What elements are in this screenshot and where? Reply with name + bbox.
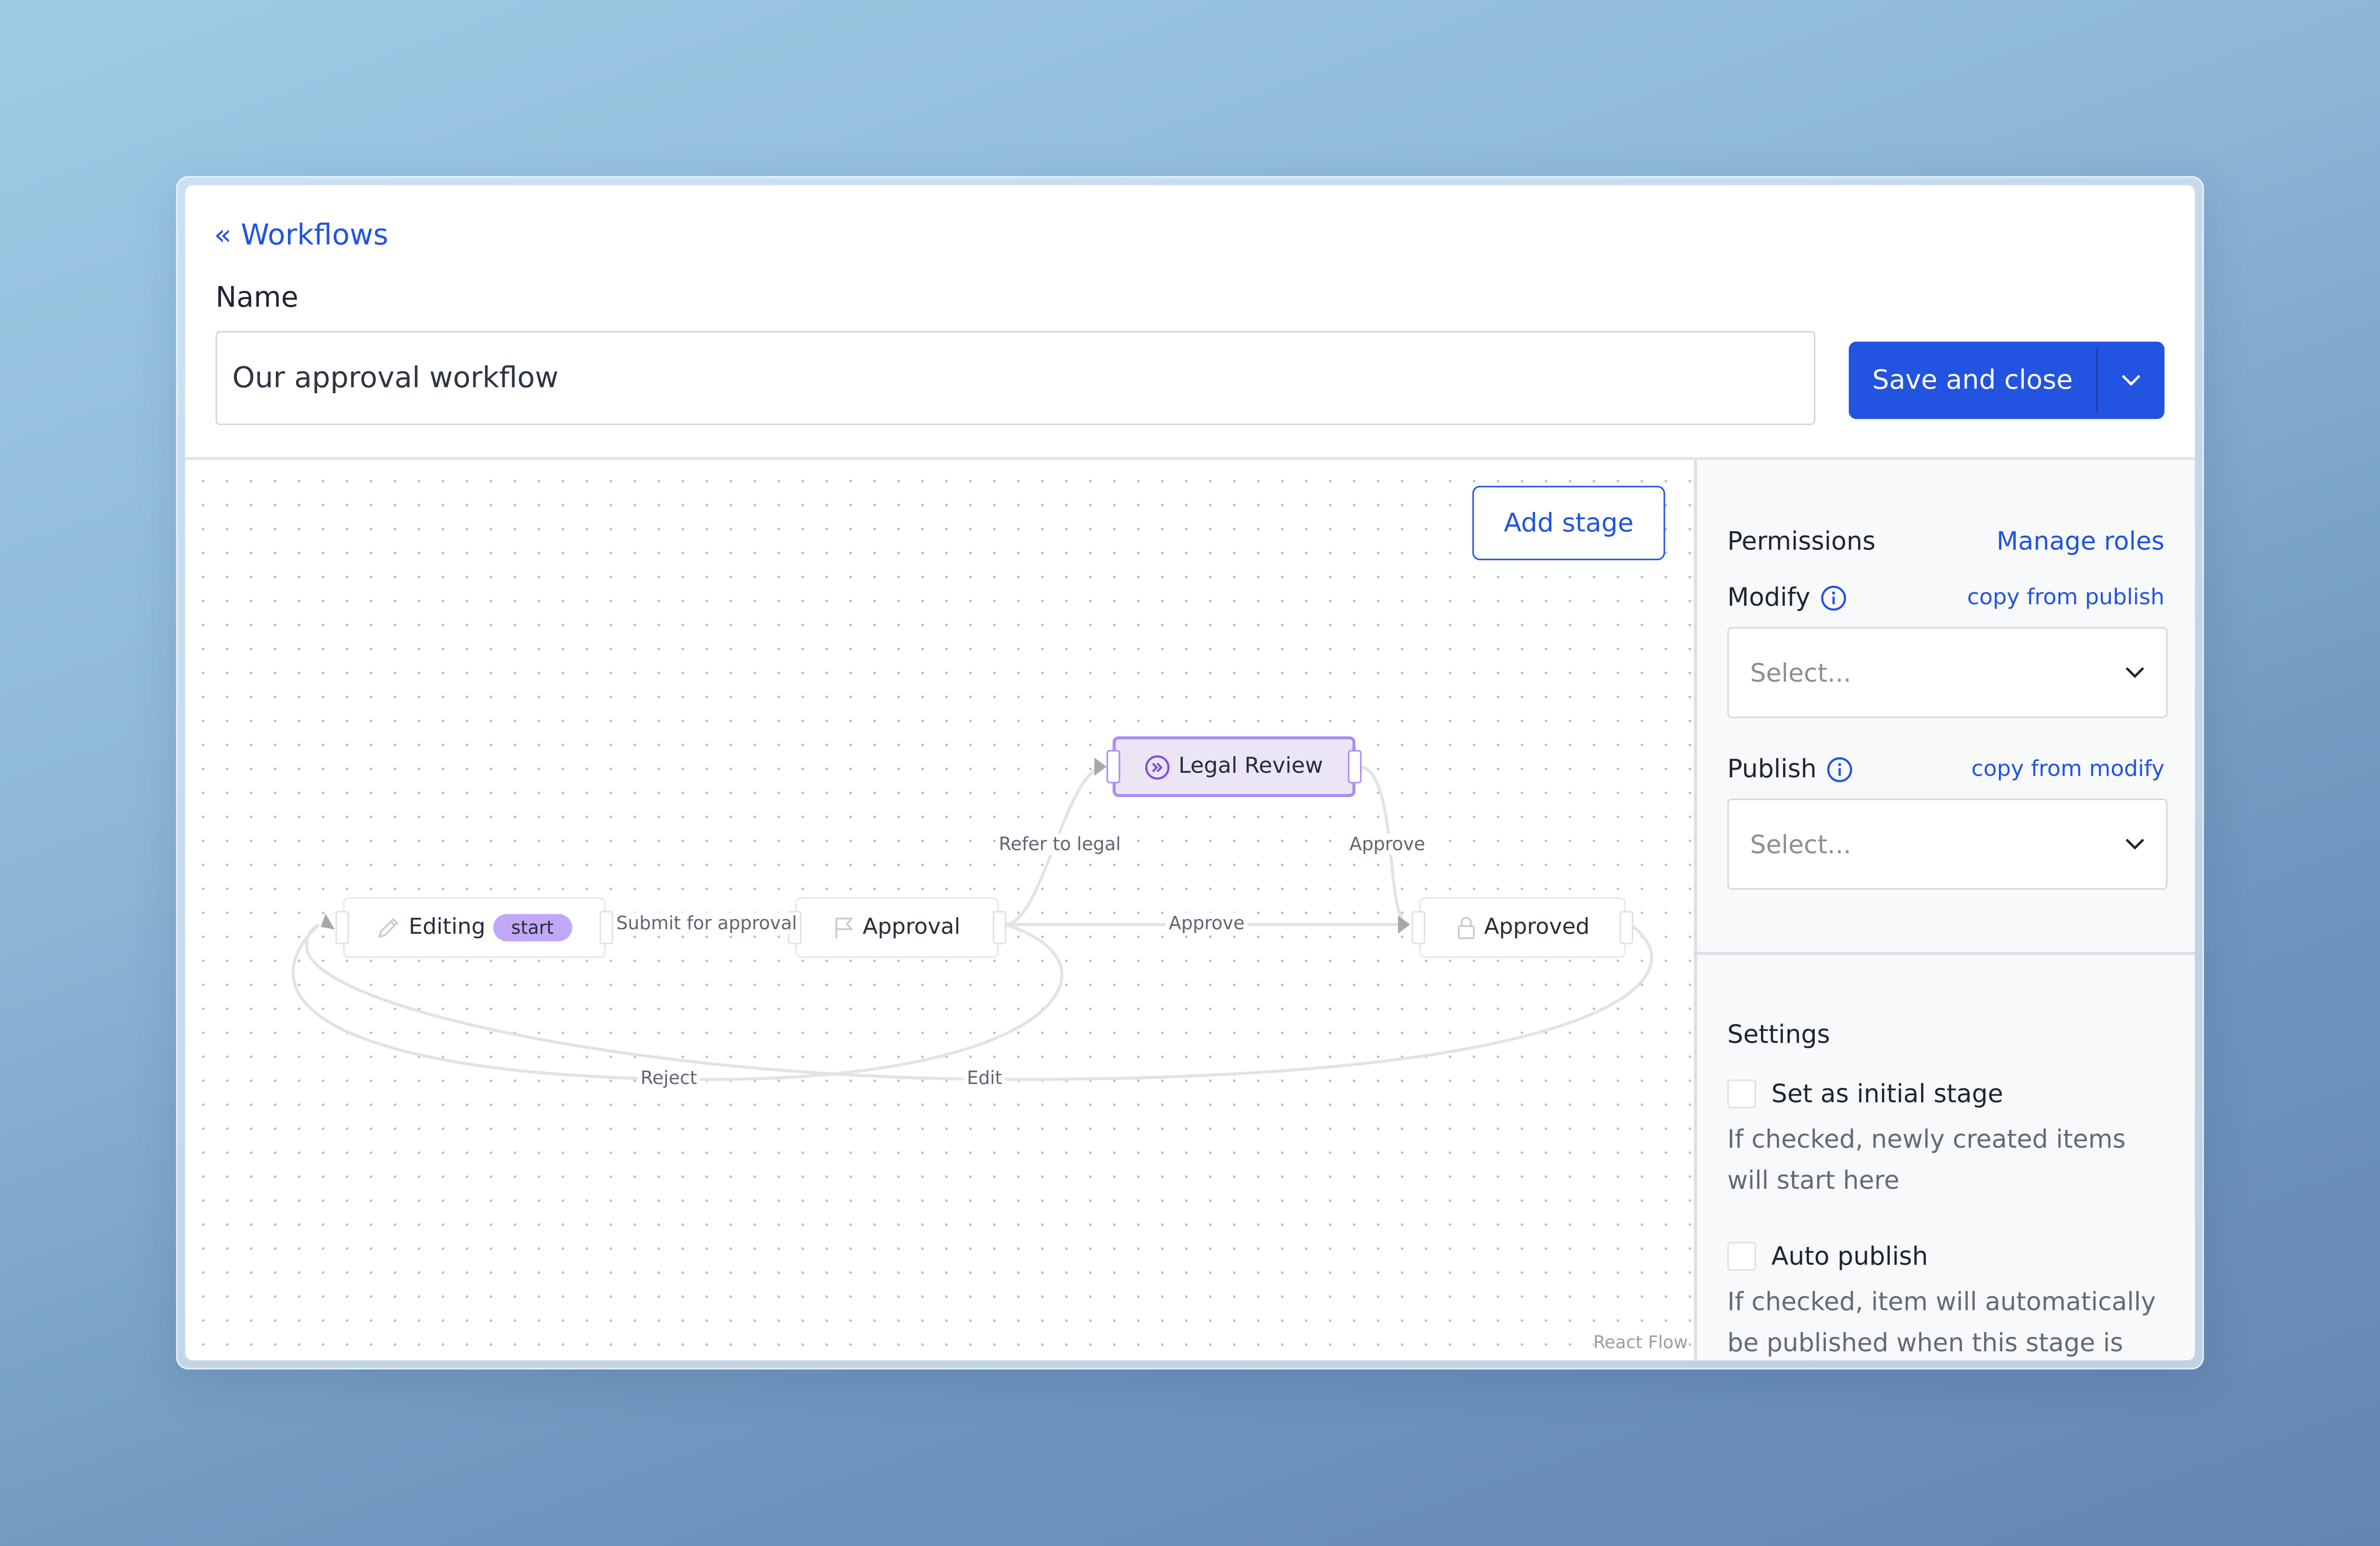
publish-label-row: Publish — [1727, 755, 1853, 784]
publish-label: Publish — [1727, 754, 1817, 784]
edge-label-approve-legal[interactable]: Approve — [1346, 833, 1428, 855]
settings-title: Settings — [1727, 1020, 1830, 1049]
node-label: Editing — [409, 915, 485, 940]
auto-publish-option[interactable]: Auto publish — [1727, 1242, 1928, 1271]
edge-label-refer-to-legal[interactable]: Refer to legal — [995, 833, 1124, 855]
stage-node-editing[interactable]: Editing start — [335, 897, 613, 958]
workflow-name-input[interactable] — [215, 331, 1816, 425]
start-badge: start — [493, 914, 572, 942]
stage-node-approval[interactable]: Approval — [788, 897, 1006, 958]
auto-publish-checkbox[interactable] — [1727, 1242, 1757, 1271]
node-handle-source[interactable] — [992, 910, 1006, 945]
chevron-down-icon — [2121, 374, 2141, 386]
stage-settings-sidebar: Permissions Manage roles Modify copy fro… — [1694, 460, 2195, 1360]
select-placeholder: Select... — [1750, 829, 1851, 859]
node-handle-target[interactable] — [1412, 910, 1426, 945]
save-options-dropdown-button[interactable] — [2098, 342, 2165, 419]
chevron-down-icon — [2125, 667, 2144, 678]
workflow-canvas[interactable]: Add stage Editing start Approval Legal R… — [185, 460, 1694, 1360]
info-icon[interactable] — [1826, 755, 1853, 783]
modify-roles-select[interactable]: Select... — [1727, 627, 2168, 718]
initial-stage-checkbox[interactable] — [1727, 1079, 1757, 1109]
save-button-group: Save and close — [1848, 341, 2165, 419]
copy-from-publish-link[interactable]: copy from publish — [1967, 586, 2165, 611]
screen: « Workflows Name Save and close — [0, 0, 2380, 1546]
chevrons-right-circle-icon — [1146, 754, 1170, 779]
edge-label-reject[interactable]: Reject — [637, 1067, 700, 1089]
auto-publish-label: Auto publish — [1771, 1242, 1928, 1271]
node-handle-target[interactable] — [335, 910, 349, 945]
add-stage-button[interactable]: Add stage — [1472, 486, 1665, 561]
lock-icon — [1457, 917, 1475, 939]
select-placeholder: Select... — [1750, 658, 1851, 687]
workflow-editor-window: « Workflows Name Save and close — [185, 185, 2195, 1360]
edge-arrow-editing — [321, 913, 335, 930]
edge-label-submit-for-approval[interactable]: Submit for approval — [613, 912, 800, 934]
auto-publish-help: If checked, item will automatically be p… — [1727, 1287, 2156, 1357]
initial-stage-label: Set as initial stage — [1771, 1079, 2003, 1109]
sidebar-divider — [1697, 952, 2195, 955]
edge-label-edit[interactable]: Edit — [964, 1067, 1005, 1089]
manage-roles-link[interactable]: Manage roles — [1996, 527, 2164, 556]
flag-icon — [836, 917, 854, 938]
node-label: Legal Review — [1178, 754, 1323, 779]
edge-arrow-approved — [1398, 915, 1410, 934]
permissions-title: Permissions — [1727, 526, 1876, 556]
edge-label-approve[interactable]: Approve — [1165, 912, 1248, 934]
node-handle-source[interactable] — [599, 910, 613, 945]
initial-stage-option[interactable]: Set as initial stage — [1727, 1079, 2003, 1109]
save-and-close-button[interactable]: Save and close — [1849, 342, 2096, 419]
node-handle-target[interactable] — [1106, 750, 1120, 784]
node-handle-source[interactable] — [1619, 910, 1634, 945]
edge-arrow-legal — [1094, 757, 1107, 776]
stage-node-legal-review[interactable]: Legal Review — [1106, 736, 1362, 798]
pencil-icon — [378, 918, 399, 938]
initial-stage-help: If checked, newly created items will sta… — [1727, 1125, 2126, 1194]
node-handle-source[interactable] — [1348, 750, 1362, 784]
back-to-workflows-link[interactable]: « Workflows — [214, 219, 388, 252]
publish-roles-select[interactable]: Select... — [1727, 798, 2168, 890]
name-label: Name — [215, 282, 298, 314]
modify-label: Modify — [1727, 583, 1810, 612]
stage-node-approved[interactable]: Approved — [1412, 897, 1634, 958]
chevron-down-icon — [2125, 838, 2144, 850]
node-label: Approved — [1484, 915, 1590, 940]
copy-from-modify-link[interactable]: copy from modify — [1971, 758, 2165, 782]
modify-label-row: Modify — [1727, 583, 1847, 612]
react-flow-attribution[interactable]: React Flow — [1593, 1331, 1688, 1353]
info-icon[interactable] — [1820, 584, 1847, 611]
node-label: Approval — [862, 915, 961, 940]
